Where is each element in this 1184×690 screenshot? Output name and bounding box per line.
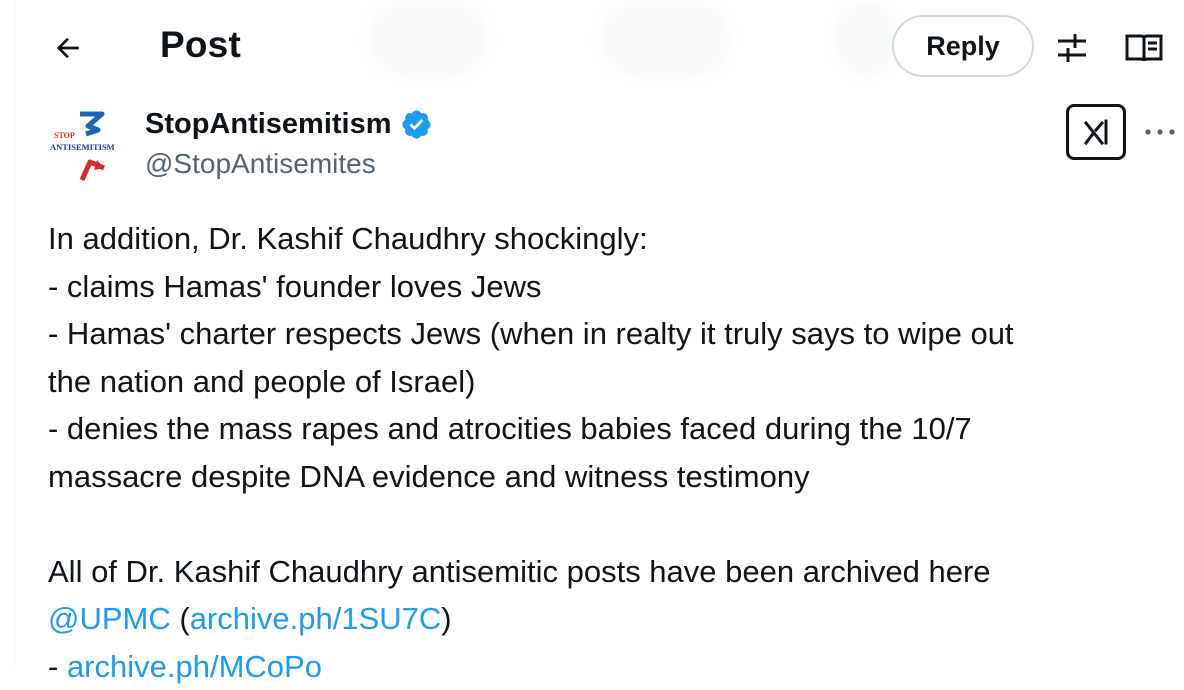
reply-button[interactable]: Reply bbox=[892, 15, 1034, 77]
svg-text:ANTISEMITISM: ANTISEMITISM bbox=[50, 142, 115, 152]
tweet-line: - Hamas' charter respects Jews (when in … bbox=[48, 310, 1168, 358]
more-dots-icon bbox=[1144, 128, 1176, 136]
tweet-blank-line bbox=[48, 500, 1168, 548]
more-options-button[interactable] bbox=[1140, 112, 1180, 152]
author-handle[interactable]: @StopAntisemites bbox=[145, 148, 376, 180]
author-name-text: StopAntisemitism bbox=[145, 108, 392, 141]
filters-button[interactable] bbox=[1052, 28, 1092, 68]
avatar[interactable]: STOP ANTISEMITISM bbox=[42, 108, 126, 192]
svg-text:STOP: STOP bbox=[54, 131, 75, 140]
archive-link-2[interactable]: archive.ph/MCoPo bbox=[67, 649, 322, 684]
author-display-name[interactable]: StopAntisemitism bbox=[145, 108, 433, 141]
tweet-line-links: @UPMC (archive.ph/1SU7C) bbox=[48, 595, 1168, 643]
grok-icon bbox=[1080, 117, 1112, 147]
tweet-text: In addition, Dr. Kashif Chaudhry shockin… bbox=[48, 215, 1168, 690]
tweet-line: - denies the mass rapes and atrocities b… bbox=[48, 405, 1168, 453]
blurred-header-tab bbox=[600, 2, 730, 76]
paren-open: ( bbox=[171, 601, 190, 636]
page-title: Post bbox=[160, 24, 241, 66]
left-column-border bbox=[14, 0, 15, 666]
arrow-left-icon bbox=[52, 32, 84, 64]
book-open-icon bbox=[1124, 31, 1164, 65]
tweet-line: the nation and people of Israel) bbox=[48, 358, 1168, 406]
mention-link[interactable]: @UPMC bbox=[48, 601, 171, 636]
verified-badge-icon[interactable] bbox=[400, 108, 433, 141]
grok-button[interactable] bbox=[1066, 104, 1126, 160]
tweet-line: - claims Hamas' founder loves Jews bbox=[48, 263, 1168, 311]
reader-button[interactable] bbox=[1122, 28, 1166, 68]
tweet-line: In addition, Dr. Kashif Chaudhry shockin… bbox=[48, 215, 1168, 263]
tweet-line-cutoff: - archive.ph/MCoPo bbox=[48, 643, 1168, 690]
sliders-icon bbox=[1055, 31, 1089, 65]
tweet-line: massacre despite DNA evidence and witnes… bbox=[48, 453, 1168, 501]
back-button[interactable] bbox=[40, 20, 96, 76]
paren-close: ) bbox=[441, 601, 451, 636]
stopantisemitism-logo: STOP ANTISEMITISM bbox=[42, 108, 126, 192]
archive-link[interactable]: archive.ph/1SU7C bbox=[190, 601, 442, 636]
blurred-header-tab bbox=[368, 2, 488, 76]
blurred-header-tab bbox=[836, 2, 896, 76]
tweet-line: All of Dr. Kashif Chaudhry antisemitic p… bbox=[48, 548, 1168, 596]
